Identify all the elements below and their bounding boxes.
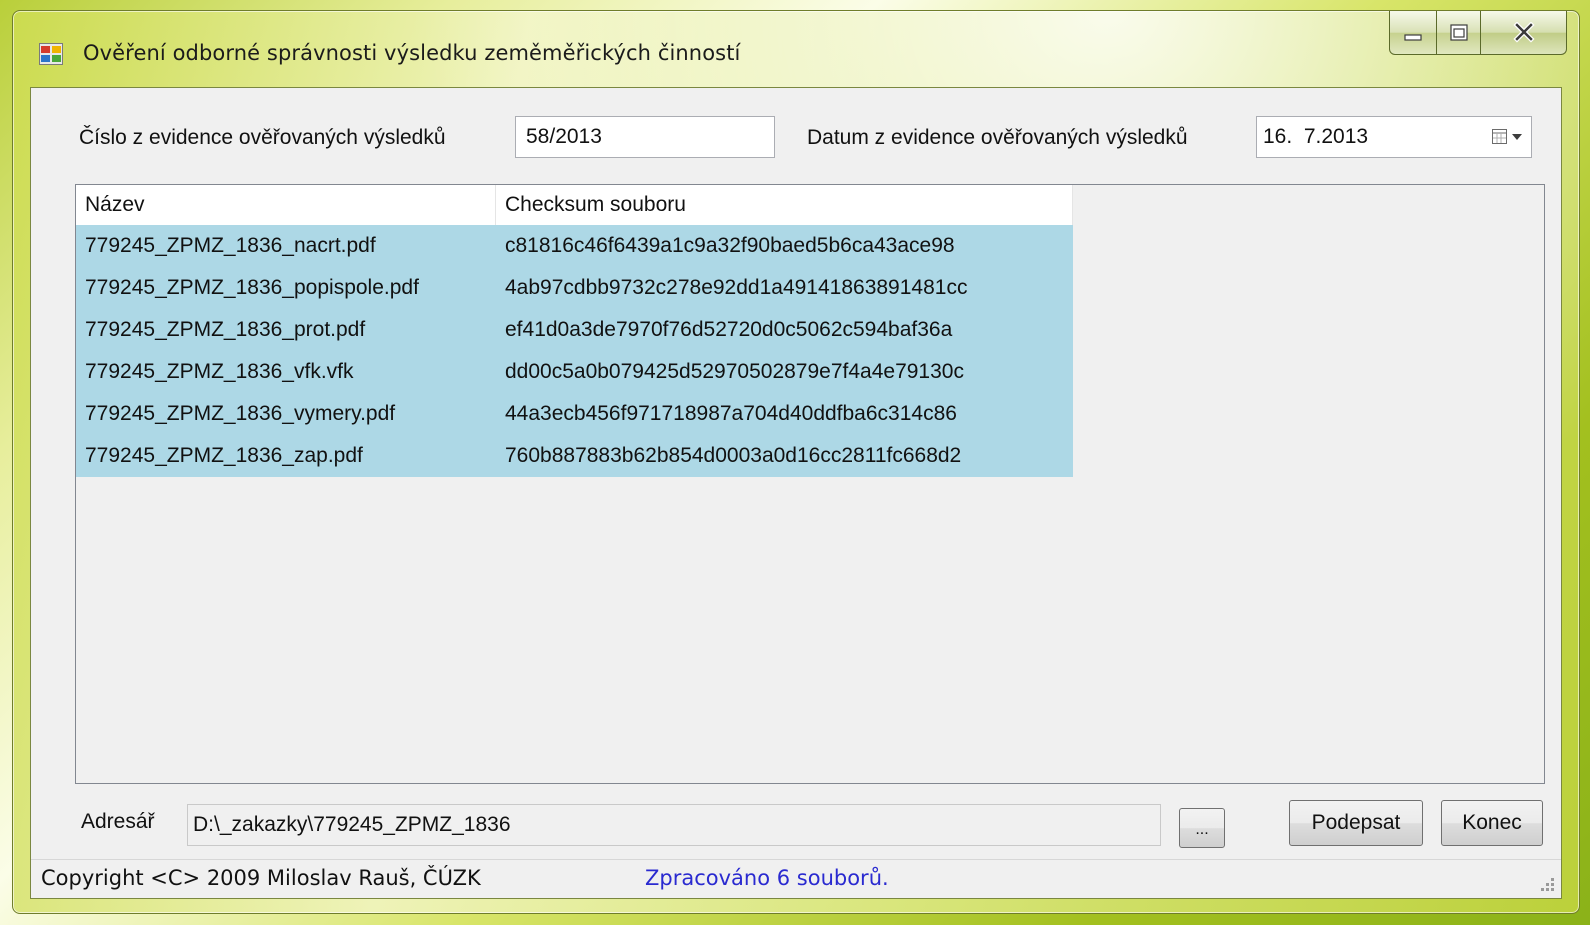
maximize-icon <box>1449 23 1468 41</box>
file-name-cell: 779245_ZPMZ_1836_zap.pdf <box>85 444 363 467</box>
directory-label: Adresář <box>81 810 155 833</box>
status-message: Zpracováno 6 souborů. <box>645 866 889 890</box>
list-row[interactable]: 779245_ZPMZ_1836_nacrt.pdf c81816c46f643… <box>76 225 1073 267</box>
list-header: Název Checksum souboru <box>76 185 1073 225</box>
list-rows: 779245_ZPMZ_1836_nacrt.pdf c81816c46f643… <box>76 225 1073 477</box>
maximize-button[interactable] <box>1437 11 1481 55</box>
file-name-cell: 779245_ZPMZ_1836_nacrt.pdf <box>85 234 376 257</box>
copyright-text: Copyright <C> 2009 Miloslav Rauš, ČÚZK <box>41 866 481 890</box>
close-window-button[interactable] <box>1481 11 1567 55</box>
file-name-cell: 779245_ZPMZ_1836_vfk.vfk <box>85 360 354 383</box>
status-bar: Copyright <C> 2009 Miloslav Rauš, ČÚZK Z… <box>31 859 1561 898</box>
column-header-checksum[interactable]: Checksum souboru <box>496 185 1073 225</box>
exit-button[interactable]: Konec <box>1441 800 1543 846</box>
calendar-icon <box>1492 129 1522 144</box>
file-name-cell: 779245_ZPMZ_1836_popispole.pdf <box>85 276 419 299</box>
column-header-name[interactable]: Název <box>76 185 496 225</box>
number-input[interactable]: 58/2013 <box>515 116 775 158</box>
checksum-cell: 760b887883b62b854d0003a0d16cc2811fc668d2 <box>505 444 962 467</box>
window-title: Ověření odborné správnosti výsledku země… <box>83 41 741 65</box>
minimize-icon <box>1404 33 1422 41</box>
browse-button[interactable]: ... <box>1179 808 1225 848</box>
date-value: 16. 7.2013 <box>1263 125 1369 148</box>
checksum-cell: dd00c5a0b079425d52970502879e7f4a4e79130c <box>505 360 964 383</box>
date-label: Datum z evidence ověřovaných výsledků <box>807 126 1188 149</box>
close-icon <box>1512 21 1535 43</box>
chevron-down-icon <box>1512 134 1522 140</box>
client-area: Číslo z evidence ověřovaných výsledků 58… <box>30 87 1562 899</box>
list-row[interactable]: 779245_ZPMZ_1836_prot.pdf ef41d0a3de7970… <box>76 309 1073 351</box>
title-bar[interactable]: Ověření odborné správnosti výsledku země… <box>13 11 1579 89</box>
list-row[interactable]: 779245_ZPMZ_1836_vfk.vfk dd00c5a0b079425… <box>76 351 1073 393</box>
checksum-cell: 4ab97cdbb9732c278e92dd1a49141863891481cc <box>505 276 968 299</box>
calendar-dropdown-button[interactable] <box>1491 126 1525 148</box>
minimize-button[interactable] <box>1389 11 1437 55</box>
app-icon[interactable] <box>39 43 63 65</box>
checksum-cell: 44a3ecb456f971718987a704d40ddfba6c314c86 <box>505 402 957 425</box>
caption-buttons <box>1389 11 1567 55</box>
number-label: Číslo z evidence ověřovaných výsledků <box>79 126 446 149</box>
checksum-cell: c81816c46f6439a1c9a32f90baed5b6ca43ace98 <box>505 234 955 257</box>
resize-grip-icon[interactable] <box>1537 874 1555 892</box>
file-name-cell: 779245_ZPMZ_1836_prot.pdf <box>85 318 366 341</box>
list-row[interactable]: 779245_ZPMZ_1836_vymery.pdf 44a3ecb456f9… <box>76 393 1073 435</box>
file-list[interactable]: Název Checksum souboru 779245_ZPMZ_1836_… <box>75 184 1545 784</box>
directory-input[interactable]: D:\_zakazky\779245_ZPMZ_1836 <box>187 804 1161 846</box>
application-window: Ověření odborné správnosti výsledku země… <box>12 10 1580 914</box>
list-row[interactable]: 779245_ZPMZ_1836_popispole.pdf 4ab97cdbb… <box>76 267 1073 309</box>
file-name-cell: 779245_ZPMZ_1836_vymery.pdf <box>85 402 396 425</box>
list-row[interactable]: 779245_ZPMZ_1836_zap.pdf 760b887883b62b8… <box>76 435 1073 477</box>
date-picker[interactable]: 16. 7.2013 <box>1256 116 1532 158</box>
checksum-cell: ef41d0a3de7970f76d52720d0c5062c594baf36a <box>505 318 953 341</box>
sign-button[interactable]: Podepsat <box>1289 800 1423 846</box>
